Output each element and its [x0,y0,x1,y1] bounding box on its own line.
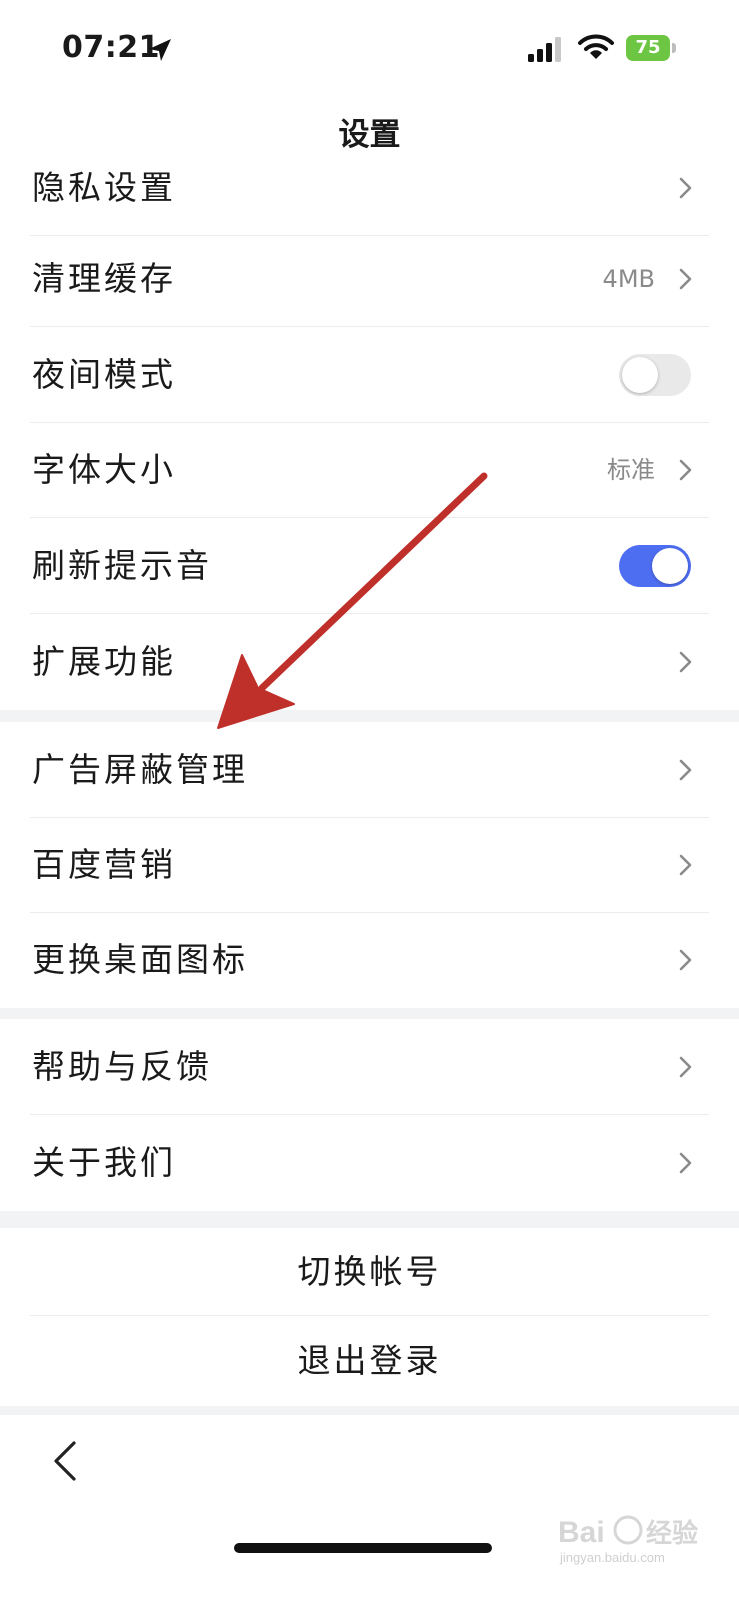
row-help-feedback[interactable]: 帮助与反馈 [0,1019,739,1115]
toggle-knob [652,548,688,584]
baidu-jingyan-watermark: Bai 经验 jingyan.baidu.com [558,1515,698,1565]
cache-size-value: 4MB [602,265,655,293]
refresh-sound-toggle[interactable] [619,545,691,587]
paw-icon [613,1515,643,1545]
status-bar: 07:21 75 [0,0,739,95]
settings-group-support: 帮助与反馈 关于我们 [0,1019,739,1211]
switch-account-label: 切换帐号 [297,1252,442,1291]
row-about-us[interactable]: 关于我们 [0,1115,739,1211]
row-label: 清理缓存 [32,259,176,298]
settings-group-general: 隐私设置 清理缓存 4MB 夜间模式 字体大小 标准 刷新提示音 扩展功能 [0,165,739,710]
chevron-right-icon [679,1152,692,1174]
row-label: 百度营销 [32,845,176,884]
row-ad-block[interactable]: 广告屏蔽管理 [0,722,739,818]
battery-indicator: 75 [626,35,676,61]
row-refresh-sound: 刷新提示音 [0,518,739,614]
row-night-mode: 夜间模式 [0,327,739,423]
watermark-brand-cn: 经验 [646,1518,698,1549]
font-size-value: 标准 [607,456,655,484]
location-arrow-icon [149,39,171,61]
row-label: 广告屏蔽管理 [32,750,248,789]
back-arrow-icon[interactable] [50,1440,80,1482]
row-label: 隐私设置 [32,168,176,207]
night-mode-toggle[interactable] [619,354,691,396]
wifi-icon [578,34,614,59]
account-group: 切换帐号 退出登录 [0,1228,739,1406]
battery-tip [672,43,676,53]
toggle-knob [622,357,658,393]
signal-icon [528,37,561,62]
row-font-size[interactable]: 字体大小 标准 [0,422,739,518]
watermark-brand: Bai [558,1516,605,1549]
logout-label: 退出登录 [297,1341,442,1380]
chevron-right-icon [679,854,692,876]
home-indicator [234,1543,492,1553]
chevron-right-icon [679,759,692,781]
chevron-right-icon [679,177,692,199]
chevron-right-icon [679,1056,692,1078]
row-label: 刷新提示音 [32,546,212,585]
row-change-icon[interactable]: 更换桌面图标 [0,912,739,1008]
battery-level: 75 [635,37,661,58]
chevron-right-icon [679,268,692,290]
row-extensions[interactable]: 扩展功能 [0,614,739,710]
watermark-url: jingyan.baidu.com [559,1550,665,1565]
row-label: 关于我们 [32,1143,176,1182]
row-label: 夜间模式 [32,355,176,394]
row-label: 字体大小 [32,450,176,489]
row-clear-cache[interactable]: 清理缓存 4MB [0,231,739,327]
row-label: 帮助与反馈 [32,1047,212,1086]
chevron-right-icon [679,651,692,673]
row-privacy-settings[interactable]: 隐私设置 [0,140,739,236]
chevron-right-icon [679,949,692,971]
row-label: 更换桌面图标 [32,940,248,979]
settings-group-features: 广告屏蔽管理 百度营销 更换桌面图标 [0,722,739,1008]
switch-account-button[interactable]: 切换帐号 [0,1228,739,1316]
row-baidu-marketing[interactable]: 百度营销 [0,817,739,913]
chevron-right-icon [679,459,692,481]
row-label: 扩展功能 [32,642,176,681]
logout-button[interactable]: 退出登录 [0,1316,739,1406]
